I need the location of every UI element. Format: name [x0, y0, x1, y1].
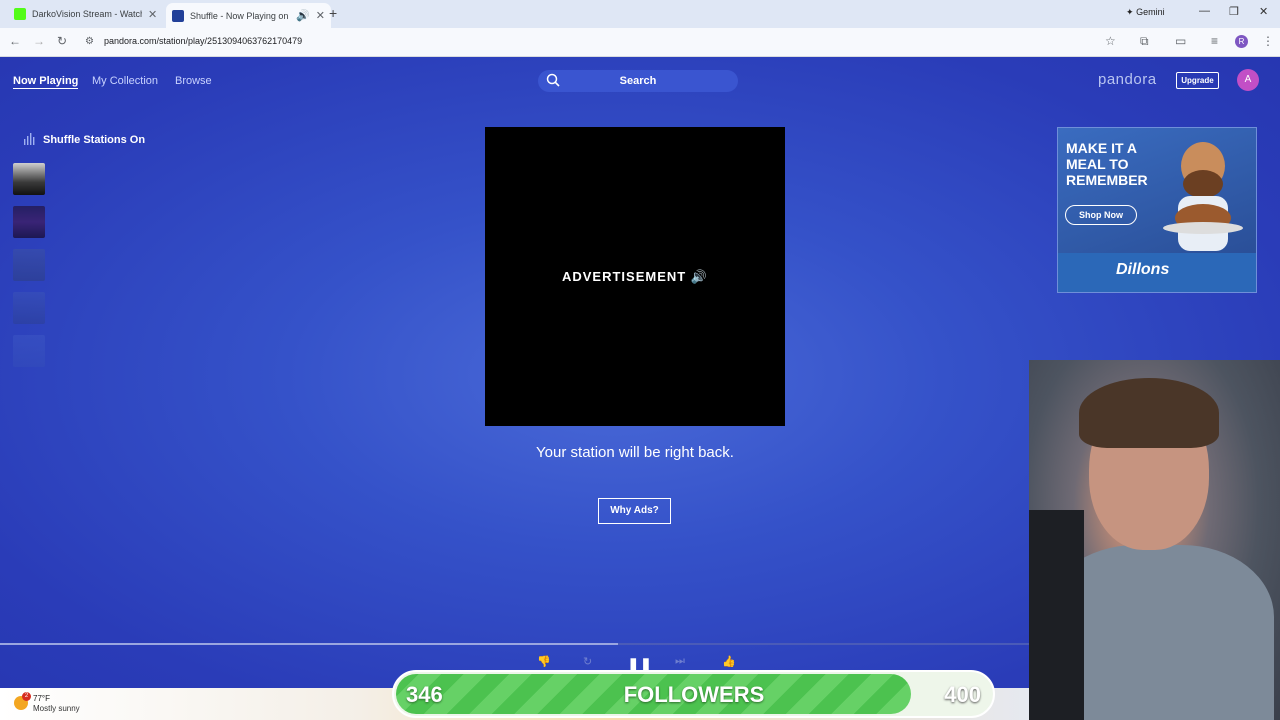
- station-thumbnail[interactable]: [13, 206, 45, 238]
- profile-avatar[interactable]: R: [1235, 35, 1248, 48]
- browser-tabstrip: DarkoVision Stream - Watch Li... ✕ Shuff…: [0, 0, 1280, 28]
- screen: DarkoVision Stream - Watch Li... ✕ Shuff…: [0, 0, 1280, 720]
- follower-goal-label: FOLLOWERS: [623, 682, 765, 707]
- maximize-icon[interactable]: ❐: [1229, 5, 1239, 18]
- dillons-logo: Dillons: [1116, 261, 1170, 278]
- tab-title: DarkoVision Stream - Watch Li...: [32, 9, 142, 19]
- close-tab-icon[interactable]: ✕: [148, 8, 157, 21]
- advertisement-label: ADVERTISEMENT 🔊: [561, 269, 709, 284]
- new-tab-icon[interactable]: +: [329, 5, 337, 21]
- gemini-button[interactable]: ✦ Gemini: [1126, 7, 1165, 18]
- follower-goal-bar: 346 FOLLOWERS 400: [392, 670, 995, 718]
- kick-favicon-icon: [14, 8, 26, 20]
- webcam-overlay: [1029, 360, 1280, 720]
- track-progress-fill: [0, 643, 618, 645]
- station-thumbnail[interactable]: [13, 163, 45, 195]
- thumbs-down-icon[interactable]: 👎: [537, 655, 551, 668]
- station-message: Your station will be right back.: [536, 444, 734, 461]
- webcam-microphone: [1029, 510, 1084, 720]
- search-icon: [546, 73, 560, 87]
- weather-condition: Mostly sunny: [33, 704, 80, 713]
- station-thumbnail[interactable]: [13, 335, 45, 367]
- bookmark-star-icon[interactable]: ☆: [1105, 34, 1116, 48]
- nav-my-collection[interactable]: My Collection: [92, 75, 158, 87]
- forward-icon[interactable]: →: [33, 34, 45, 48]
- notification-badge: 2: [22, 692, 31, 701]
- close-tab-icon[interactable]: ✕: [316, 9, 325, 22]
- back-icon[interactable]: ←: [9, 34, 21, 48]
- track-progress-bar[interactable]: [0, 643, 1030, 645]
- shop-now-button[interactable]: Shop Now: [1065, 205, 1137, 225]
- follower-target: 400: [944, 682, 981, 707]
- volume-icon[interactable]: 🔊: [691, 269, 708, 284]
- banner-headline: MAKE IT A MEAL TO REMEMBER: [1066, 140, 1148, 188]
- chef-illustration: [1163, 142, 1243, 251]
- weather-temperature[interactable]: 77°F: [33, 694, 50, 703]
- station-thumbnail[interactable]: [13, 292, 45, 324]
- user-avatar[interactable]: A: [1237, 69, 1259, 91]
- close-window-icon[interactable]: ✕: [1259, 5, 1268, 18]
- pandora-logo[interactable]: pandora: [1098, 71, 1157, 88]
- media-control-icon[interactable]: ≡: [1211, 34, 1218, 48]
- tab-title: Shuffle - Now Playing on Pa...: [190, 10, 290, 21]
- tab-pandora[interactable]: Shuffle - Now Playing on Pa... 🔊 ✕: [166, 3, 331, 28]
- menu-kebab-icon[interactable]: ⋮: [1262, 34, 1274, 48]
- upgrade-button[interactable]: Upgrade: [1176, 72, 1219, 89]
- advertisement-panel[interactable]: ADVERTISEMENT 🔊: [485, 127, 785, 426]
- pandora-favicon-icon: [172, 9, 184, 22]
- browser-toolbar: ← → ↻ ⚙ pandora.com/station/play/2513094…: [0, 28, 1280, 57]
- search-input[interactable]: Search: [538, 70, 738, 92]
- gemini-label: Gemini: [1136, 7, 1165, 17]
- station-thumbnail[interactable]: [13, 249, 45, 281]
- dillons-banner-ad[interactable]: MAKE IT A MEAL TO REMEMBER Shop Now Dill…: [1057, 127, 1257, 293]
- why-ads-button[interactable]: Why Ads?: [598, 498, 671, 524]
- extensions-icon[interactable]: ⧉: [1140, 34, 1149, 49]
- gemini-icon: ✦: [1126, 7, 1134, 17]
- replay-icon[interactable]: ↻: [583, 655, 592, 668]
- site-info-icon[interactable]: ⚙: [85, 36, 94, 47]
- tab-darkovision[interactable]: DarkoVision Stream - Watch Li... ✕: [8, 3, 163, 25]
- cast-icon[interactable]: ▭: [1175, 34, 1186, 48]
- shuffle-bars-icon: [24, 133, 35, 145]
- reload-icon[interactable]: ↻: [57, 34, 67, 48]
- speaker-icon[interactable]: 🔊: [296, 9, 310, 22]
- address-bar[interactable]: pandora.com/station/play/251309406376217…: [104, 36, 302, 46]
- nav-now-playing[interactable]: Now Playing: [13, 75, 79, 89]
- thumbs-up-icon[interactable]: 👍: [722, 655, 736, 668]
- shuffle-stations-label[interactable]: Shuffle Stations On: [43, 134, 145, 146]
- skip-icon[interactable]: ⏭: [675, 655, 685, 668]
- search-label: Search: [619, 75, 657, 87]
- minimize-icon[interactable]: —: [1199, 5, 1210, 17]
- webcam-person-hair: [1079, 378, 1219, 448]
- nav-browse[interactable]: Browse: [175, 75, 212, 87]
